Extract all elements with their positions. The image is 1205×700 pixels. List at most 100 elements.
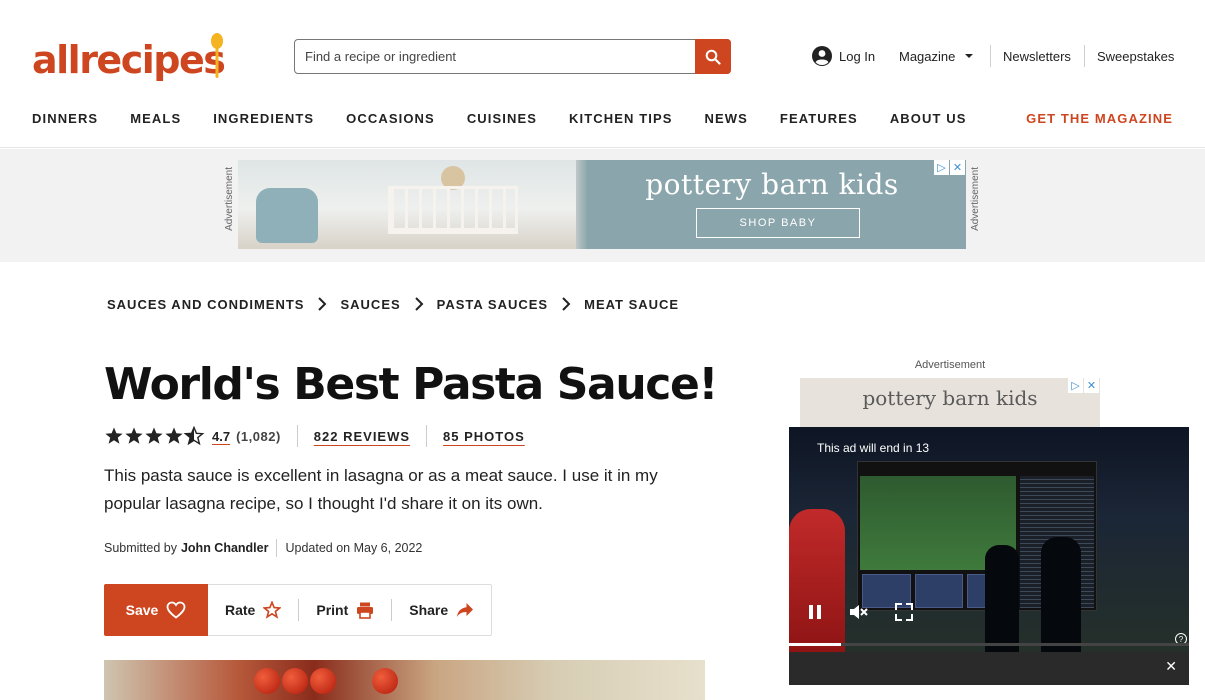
ad-label: Advertisement bbox=[970, 167, 981, 231]
video-person-figure bbox=[1041, 537, 1081, 652]
video-progress-fill bbox=[789, 643, 841, 646]
nav-item-dinners[interactable]: DINNERS bbox=[32, 108, 98, 130]
magazine-menu[interactable]: Magazine bbox=[899, 44, 977, 68]
sweepstakes-link[interactable]: Sweepstakes bbox=[1097, 44, 1174, 68]
share-label: Share bbox=[409, 602, 449, 618]
search-input[interactable] bbox=[295, 40, 695, 73]
nav-item-ingredients[interactable]: INGREDIENTS bbox=[213, 108, 314, 130]
tomato-shape bbox=[282, 668, 308, 694]
breadcrumb-item[interactable]: MEAT SAUCE bbox=[584, 297, 679, 312]
volume-mute-icon[interactable] bbox=[849, 604, 869, 620]
nav-item-about-us[interactable]: ABOUT US bbox=[890, 108, 967, 130]
recipe-page: allrecipes Log In Mag bbox=[0, 0, 1205, 700]
fullscreen-icon[interactable] bbox=[895, 603, 913, 621]
printer-icon bbox=[357, 602, 374, 619]
ad-label: Advertisement bbox=[914, 359, 986, 371]
close-icon[interactable]: ✕ bbox=[1165, 658, 1177, 675]
ad-nursery-image bbox=[238, 160, 576, 249]
search-icon bbox=[705, 49, 721, 65]
ad-shop-button[interactable]: SHOP BABY bbox=[696, 208, 860, 238]
chevron-right-icon bbox=[401, 294, 437, 314]
rating-row: 4.7 (1,082) 822 REVIEWS 85 PHOTOS bbox=[104, 424, 525, 448]
nav-item-kitchen-tips[interactable]: KITCHEN TIPS bbox=[569, 108, 672, 130]
nav-item-news[interactable]: NEWS bbox=[705, 108, 748, 130]
star-outline-icon bbox=[263, 601, 282, 619]
breadcrumb: SAUCES AND CONDIMENTS SAUCES PASTA SAUCE… bbox=[107, 294, 679, 314]
get-magazine-link[interactable]: GET THE MAGAZINE bbox=[1026, 108, 1173, 130]
nav-item-cuisines[interactable]: CUISINES bbox=[467, 108, 537, 130]
login-label: Log In bbox=[839, 48, 876, 64]
divider bbox=[990, 45, 991, 67]
user-account-icon bbox=[812, 46, 832, 66]
ad-close-icon[interactable]: ✕ bbox=[950, 160, 965, 175]
video-controls bbox=[807, 603, 913, 621]
reviews-link[interactable]: 822 REVIEWS bbox=[314, 429, 410, 444]
tomato-shape bbox=[310, 668, 336, 694]
nav-item-meals[interactable]: MEALS bbox=[130, 108, 181, 130]
author-link[interactable]: John Chandler bbox=[181, 541, 269, 555]
ad-close-icon[interactable]: ✕ bbox=[1084, 378, 1099, 393]
newsletters-link[interactable]: Newsletters bbox=[1003, 44, 1071, 68]
save-button[interactable]: Save bbox=[104, 584, 208, 636]
recipe-description: This pasta sauce is excellent in lasagna… bbox=[104, 466, 658, 513]
chevron-right-icon bbox=[548, 294, 584, 314]
rating-stars bbox=[104, 426, 206, 446]
divider bbox=[296, 425, 298, 447]
search-button[interactable] bbox=[695, 39, 731, 74]
ad-crib-shape bbox=[388, 186, 518, 234]
recipe-hero-image[interactable] bbox=[104, 660, 705, 700]
print-label: Print bbox=[316, 602, 349, 618]
divider bbox=[276, 539, 278, 557]
breadcrumb-item[interactable]: SAUCES bbox=[340, 297, 400, 312]
site-header: allrecipes Log In Mag bbox=[0, 0, 1205, 148]
updated-date: Updated on May 6, 2022 bbox=[285, 541, 423, 555]
rating-value[interactable]: 4.7 bbox=[212, 429, 230, 444]
action-bar: Save Rate Print Share bbox=[104, 584, 493, 636]
main-nav: DINNERS MEALS INGREDIENTS OCCASIONS CUIS… bbox=[32, 108, 999, 130]
logo-wordmark: allrecipes bbox=[32, 38, 226, 82]
heart-icon bbox=[166, 601, 186, 619]
print-button[interactable]: Print bbox=[299, 585, 391, 635]
tomato-shape bbox=[254, 668, 280, 694]
adchoices-icon[interactable]: ▷ bbox=[1068, 378, 1083, 393]
rate-button[interactable]: Rate bbox=[208, 585, 298, 635]
pause-icon[interactable] bbox=[807, 604, 823, 620]
nav-item-occasions[interactable]: OCCASIONS bbox=[346, 108, 435, 130]
video-progress-bar[interactable] bbox=[789, 643, 1189, 646]
video-bottom-bar: ✕ bbox=[789, 652, 1189, 685]
video-frame: This ad will end in 13 ? bbox=[789, 427, 1189, 652]
ad-chair-shape bbox=[256, 188, 318, 243]
rating-count: (1,082) bbox=[236, 428, 281, 444]
nav-item-features[interactable]: FEATURES bbox=[780, 108, 858, 130]
ad-label: Advertisement bbox=[224, 167, 235, 231]
chevron-right-icon bbox=[304, 294, 340, 314]
divider bbox=[1084, 45, 1085, 67]
ad-brand-text: pottery barn kids bbox=[645, 168, 899, 201]
caret-down-icon bbox=[965, 54, 974, 58]
video-player[interactable]: This ad will end in 13 ? ✕ bbox=[789, 427, 1189, 685]
login-link[interactable]: Log In bbox=[811, 44, 875, 68]
photos-link[interactable]: 85 PHOTOS bbox=[443, 429, 525, 444]
breadcrumb-item[interactable]: PASTA SAUCES bbox=[437, 297, 548, 312]
tomato-shape bbox=[372, 668, 398, 694]
video-player-figure bbox=[789, 509, 845, 652]
byline: Submitted by John Chandler Updated on Ma… bbox=[104, 538, 422, 558]
top-ad-banner[interactable]: pottery barn kids SHOP BABY ▷ ✕ bbox=[238, 160, 966, 249]
share-arrow-icon bbox=[457, 603, 474, 617]
rate-label: Rate bbox=[225, 602, 256, 618]
spoon-icon bbox=[211, 33, 223, 78]
video-person-figure bbox=[985, 545, 1019, 652]
search-bar bbox=[294, 39, 731, 74]
adchoices-icon[interactable]: ▷ bbox=[934, 160, 949, 175]
save-label: Save bbox=[125, 602, 159, 618]
star-rating-icon bbox=[105, 426, 204, 445]
recipe-title: World's Best Pasta Sauce! bbox=[104, 359, 718, 410]
breadcrumb-item[interactable]: SAUCES AND CONDIMENTS bbox=[107, 297, 304, 312]
submitted-label: Submitted by bbox=[104, 541, 177, 555]
rail-ad-brand: pottery barn kids bbox=[862, 386, 1038, 410]
divider bbox=[426, 425, 428, 447]
site-logo[interactable]: allrecipes bbox=[32, 30, 226, 82]
ad-countdown: This ad will end in 13 bbox=[817, 441, 930, 455]
share-button[interactable]: Share bbox=[392, 585, 491, 635]
magazine-label: Magazine bbox=[899, 48, 956, 64]
